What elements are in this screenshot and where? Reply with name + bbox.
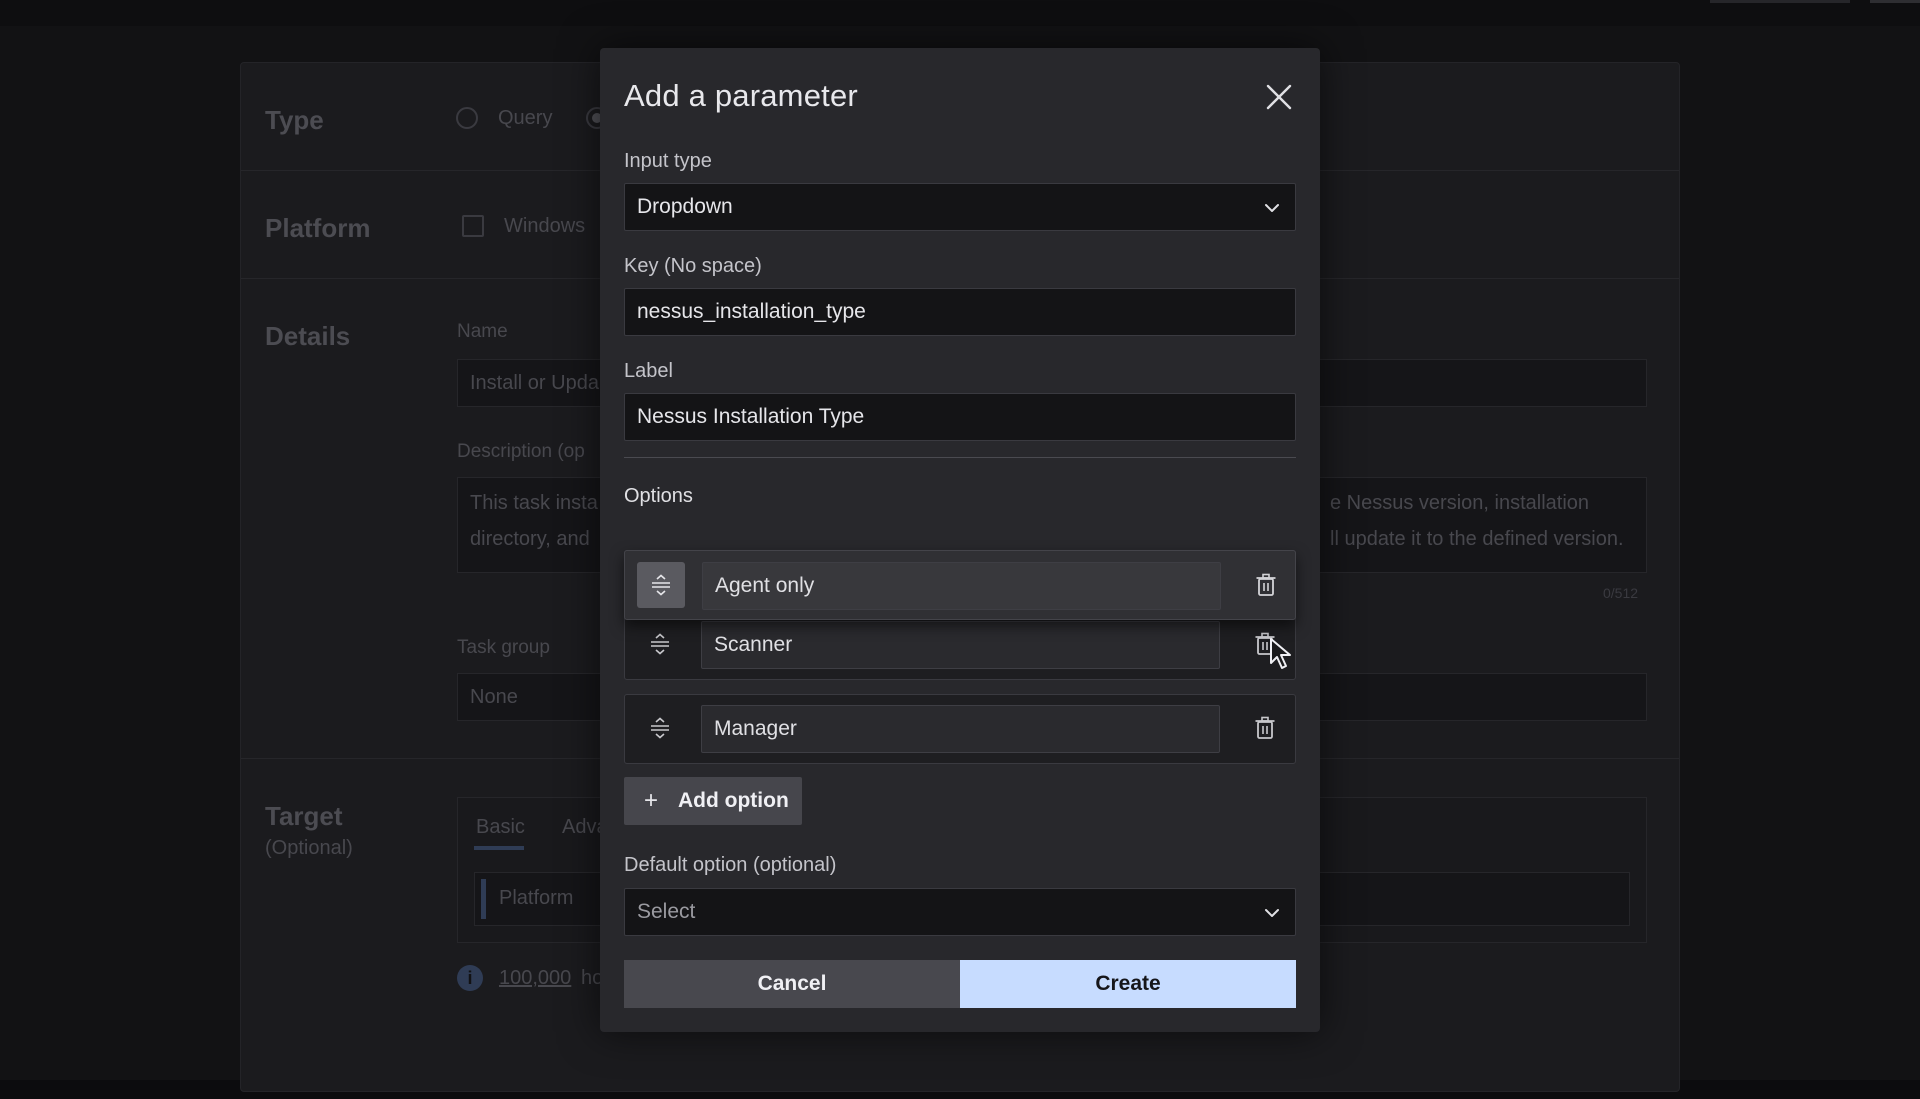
top-bar-control: [1710, 0, 1850, 3]
chevron-down-icon: [1265, 204, 1279, 212]
input-type-value: Dropdown: [637, 195, 733, 218]
task-group-label: Task group: [457, 637, 550, 658]
divider: [624, 457, 1296, 458]
drag-handle-icon: [651, 633, 669, 655]
input-type-select[interactable]: Dropdown: [624, 183, 1296, 231]
description-label: Description (op: [457, 441, 585, 462]
top-bar-control: [1870, 0, 1920, 3]
create-button[interactable]: Create: [960, 960, 1296, 1008]
option-row-dragging: Agent only: [624, 550, 1296, 620]
top-bar: [0, 0, 1920, 26]
key-field-value: nessus_installation_type: [637, 300, 866, 323]
label-field-value: Nessus Installation Type: [637, 405, 865, 428]
trash-icon[interactable]: [1255, 573, 1277, 597]
task-group-value: None: [470, 686, 518, 708]
target-subtitle: (Optional): [265, 837, 353, 859]
target-title: Target: [265, 801, 343, 831]
type-title: Type: [265, 105, 324, 135]
platform-title: Platform: [265, 213, 371, 243]
hosts-count-link[interactable]: 100,000: [499, 967, 571, 990]
drag-handle[interactable]: [636, 705, 684, 751]
default-option-label: Default option (optional): [624, 854, 837, 876]
close-icon: [1266, 84, 1292, 110]
description-text-line1-tail: e Nessus version, installation: [1330, 492, 1590, 514]
platform-filter-label: Platform: [499, 887, 574, 909]
description-char-count: 0/512: [1603, 585, 1639, 601]
key-field[interactable]: nessus_installation_type: [624, 288, 1296, 336]
option-row: Manager: [624, 694, 1296, 764]
chevron-down-icon: [1265, 909, 1279, 917]
label-field-label: Label: [624, 360, 673, 382]
windows-checkbox-label: Windows: [504, 215, 586, 237]
option-input-value: Scanner: [714, 633, 793, 656]
key-label: Key (No space): [624, 255, 762, 277]
default-option-placeholder: Select: [637, 900, 696, 923]
dialog-title: Add a parameter: [624, 78, 858, 113]
label-field[interactable]: Nessus Installation Type: [624, 393, 1296, 441]
option-input-value: Manager: [714, 717, 797, 740]
close-button[interactable]: [1260, 78, 1298, 116]
description-text-line2: directory, and: [470, 528, 590, 550]
query-radio[interactable]: [456, 107, 478, 129]
options-heading: Options: [624, 485, 693, 507]
plus-icon: +: [644, 787, 659, 814]
details-title: Details: [265, 321, 351, 351]
info-icon: i: [457, 965, 483, 991]
query-radio-label: Query: [498, 107, 553, 129]
name-label: Name: [457, 321, 508, 342]
description-text-line2-tail: ll update it to the defined version.: [1330, 528, 1624, 550]
trash-icon[interactable]: [1254, 716, 1276, 740]
option-input[interactable]: Agent only: [702, 562, 1221, 610]
mouse-cursor-icon: [1270, 638, 1291, 669]
description-text-line1: This task insta: [470, 492, 598, 514]
drag-handle-icon: [651, 717, 669, 739]
name-input-value: Install or Upda: [470, 372, 599, 394]
option-input-value: Agent only: [715, 574, 815, 597]
drag-handle-icon: [652, 574, 670, 596]
add-option-button[interactable]: + Add option: [624, 777, 802, 825]
option-row: Scanner: [624, 610, 1296, 680]
input-type-label: Input type: [624, 150, 712, 172]
add-parameter-dialog: Add a parameter Input type Dropdown Key …: [600, 48, 1320, 1032]
add-option-label: Add option: [678, 789, 789, 812]
cancel-button[interactable]: Cancel: [624, 960, 960, 1008]
default-option-select[interactable]: Select: [624, 888, 1296, 936]
filter-accent: [481, 879, 486, 919]
option-input[interactable]: Scanner: [701, 621, 1220, 669]
windows-checkbox[interactable]: [462, 215, 484, 237]
drag-handle[interactable]: [637, 562, 685, 608]
tab-basic-underline: [474, 846, 524, 850]
drag-handle[interactable]: [636, 621, 684, 667]
tab-basic[interactable]: Basic: [476, 816, 525, 839]
option-input[interactable]: Manager: [701, 705, 1220, 753]
